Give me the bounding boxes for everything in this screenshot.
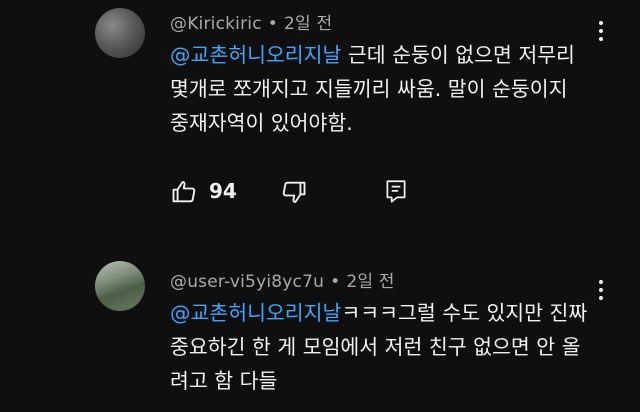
meta-separator: • — [267, 14, 278, 34]
comment-meta: @Kirickiric • 2일 전 — [170, 9, 332, 34]
dislike-button[interactable] — [278, 176, 310, 208]
thumbs-up-icon — [172, 181, 196, 203]
more-vert-icon[interactable] — [590, 16, 612, 46]
meta-separator: • — [330, 272, 341, 292]
comment-username[interactable]: @Kirickiric — [170, 14, 262, 34]
more-vert-icon[interactable] — [590, 275, 612, 305]
comment-item: @Kirickiric • 2일 전 @교촌허니오리지날 근데 순둥이 없으면 저무… — [0, 0, 640, 240]
comment-mention[interactable]: @교촌허니오리지날 — [170, 43, 341, 67]
like-button[interactable] — [168, 176, 200, 208]
comment-mention[interactable]: @교촌허니오리지날 — [170, 301, 341, 325]
comment-text: @교촌허니오리지날ㅋㅋㅋ그럴 수도 있지만 진짜 중요하긴 한 게 모임에서 저… — [170, 296, 590, 398]
avatar[interactable] — [95, 261, 145, 311]
reply-icon — [386, 180, 406, 203]
reply-button[interactable] — [380, 176, 412, 208]
comment-text: @교촌허니오리지날 근데 순둥이 없으면 저무리 몇개로 쪼개지고 지들끼리 싸… — [170, 38, 590, 140]
comment-meta: @user-vi5yi8yc7u • 2일 전 — [170, 267, 395, 292]
like-count: 94 — [209, 179, 237, 203]
comment-item: @user-vi5yi8yc7u • 2일 전 @교촌허니오리지날ㅋㅋㅋ그럴 수도 … — [0, 248, 640, 412]
thumbs-down-icon — [282, 181, 306, 203]
comment-username[interactable]: @user-vi5yi8yc7u — [170, 272, 324, 292]
comment-time[interactable]: 2일 전 — [284, 14, 332, 34]
avatar[interactable] — [95, 8, 145, 58]
comment-time[interactable]: 2일 전 — [346, 272, 394, 292]
